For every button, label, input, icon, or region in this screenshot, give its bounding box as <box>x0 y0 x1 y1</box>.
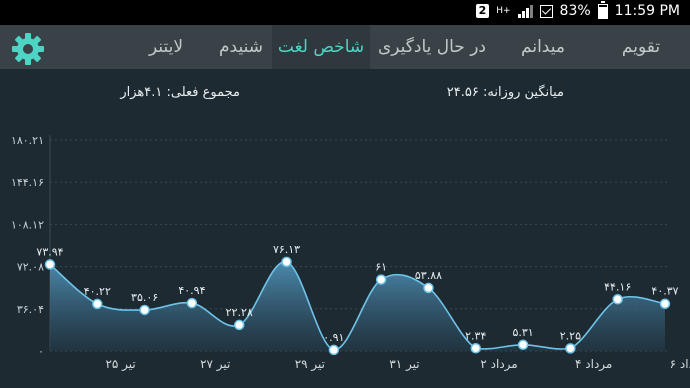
data-label: ۴۰.۳۷ <box>651 285 678 298</box>
x-tick-label: ۲۷ تیر <box>200 357 230 372</box>
data-point[interactable] <box>517 339 529 351</box>
signal-icon <box>517 4 533 18</box>
x-tick-label: ۲۹ تیر <box>295 357 325 372</box>
data-label: ۴۰.۹۴ <box>178 284 205 297</box>
sim-badge: 2 <box>475 4 490 18</box>
x-tick-label: ۶ مرداد <box>670 357 690 372</box>
data-label: ۷۳.۹۴ <box>36 245 63 258</box>
y-tick-label: ۰ <box>38 345 44 358</box>
data-point[interactable] <box>375 274 387 285</box>
checkbox-notification-icon <box>539 4 553 18</box>
data-point[interactable] <box>139 304 150 316</box>
data-label: ۵۳.۸۸ <box>415 269 442 282</box>
data-label: ۲۲.۲۸ <box>226 306 253 319</box>
network-type: H+ <box>496 5 511 16</box>
data-label: ۲.۲۵ <box>560 329 581 342</box>
tab-known[interactable]: میدانم <box>494 25 592 69</box>
x-tick-label: ۲۵ تیر <box>105 357 135 372</box>
daily-average: میانگین روزانه: ۲۴.۵۶ <box>446 85 564 100</box>
data-point[interactable] <box>281 256 292 268</box>
y-tick-label: ۳۶.۰۴ <box>17 303 44 316</box>
y-tick-label: ۷۲.۰۸ <box>17 261 44 274</box>
data-point[interactable] <box>186 297 198 309</box>
gear-icon[interactable] <box>10 31 46 67</box>
data-label: ۲.۳۴ <box>465 329 486 342</box>
data-label: ۴۰.۲۲ <box>84 285 111 298</box>
battery-icon <box>597 0 608 19</box>
clock: 11:59 PM <box>614 3 680 19</box>
y-tick-label: ۱۰۸.۱۲ <box>11 218 44 231</box>
data-point[interactable] <box>233 319 245 331</box>
data-point[interactable] <box>423 282 434 294</box>
data-point[interactable] <box>565 343 576 354</box>
data-point[interactable] <box>659 298 671 309</box>
status-bar: 2 H+ 83% 11:59 PM <box>0 0 690 25</box>
tab-leitner[interactable]: لایتنر <box>122 25 210 69</box>
tab-word-index[interactable]: شاخص لغت <box>272 25 370 69</box>
data-point[interactable] <box>44 259 56 270</box>
data-label: ۶۱ <box>375 261 387 274</box>
y-tick-label: ۱۴۴.۱۶ <box>11 176 44 189</box>
data-point[interactable] <box>328 344 340 356</box>
current-total: مجموع فعلی: ۴.۱هزار <box>120 85 240 100</box>
tab-calendar[interactable]: تقویم <box>592 25 690 69</box>
data-label: ۵.۳۱ <box>512 326 533 339</box>
tab-heard[interactable]: شنیدم <box>210 25 272 69</box>
data-label: ۳۵.۰۶ <box>131 291 158 304</box>
data-point[interactable] <box>92 298 103 310</box>
y-tick-label: ۱۸۰.۲۱ <box>11 134 44 147</box>
x-tick-label: ۳۱ تیر <box>389 357 419 372</box>
tab-learning[interactable]: در حال یادگیری <box>370 25 494 69</box>
data-label: ۴۴.۱۶ <box>604 280 631 293</box>
x-tick-label: ۴ مرداد <box>575 357 612 372</box>
data-label: ۷۶.۱۳ <box>273 243 300 256</box>
data-label: ۰.۹۱ <box>323 331 344 344</box>
battery-percent: 83% <box>559 3 591 19</box>
data-point[interactable] <box>470 343 482 354</box>
word-index-chart: ۱۸۰.۲۱ ۱۴۴.۱۶ ۱۰۸.۱۲ ۷۲.۰۸ ۳۶.۰۴ ۰ ۷۳.۹۴ ۴۰.۲۲… <box>11 134 690 372</box>
data-point[interactable] <box>612 294 623 305</box>
tab-bar: تقویم میدانم در حال یادگیری شاخص لغت شنی… <box>0 25 690 69</box>
x-tick-label: ۲ مرداد <box>480 357 517 372</box>
